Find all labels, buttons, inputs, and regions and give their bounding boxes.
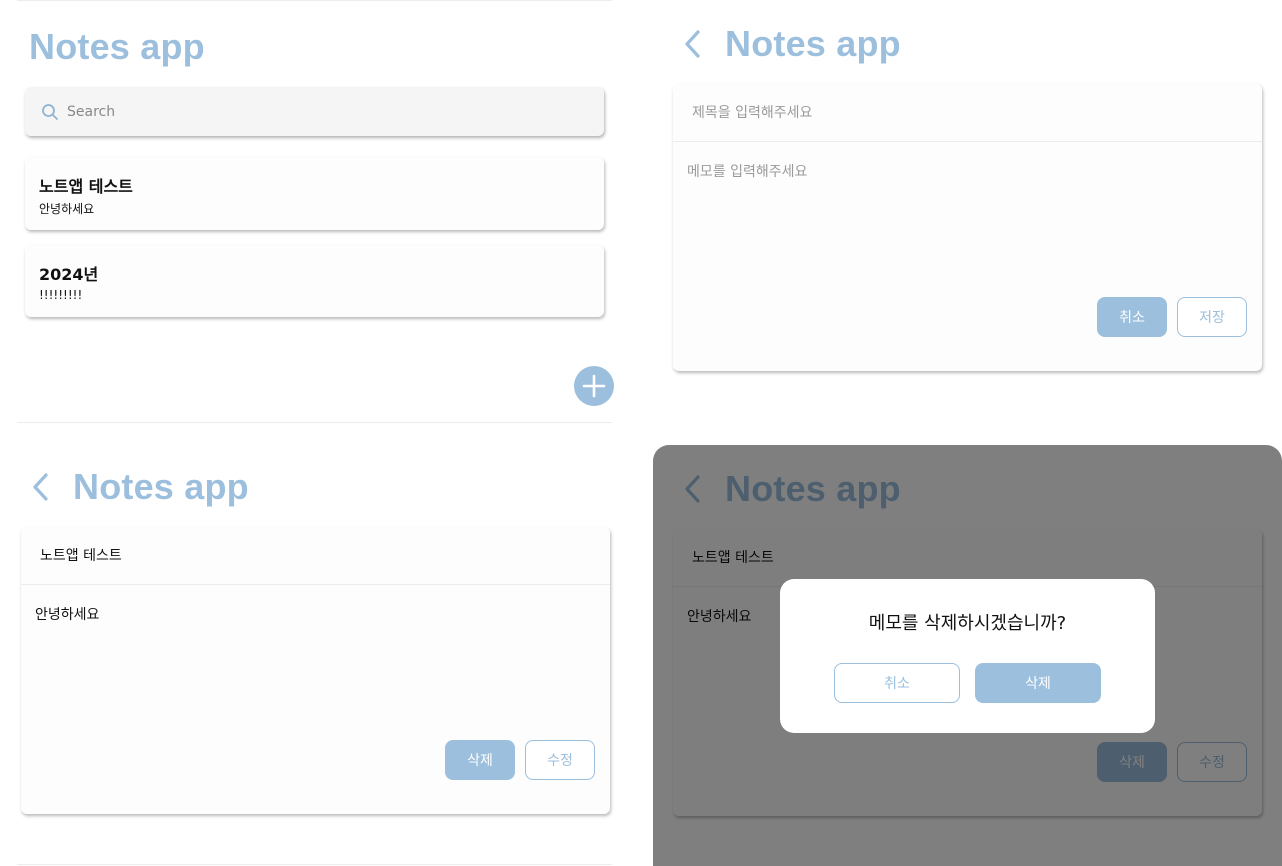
note-title: 노트앱 테스트 [39,177,133,196]
note-preview: 안녕하세요 [39,202,95,216]
edit-button[interactable]: 수정 [525,740,595,780]
dialog-message: 메모를 삭제하시겠습니까? [868,613,1067,634]
cancel-button[interactable]: 취소 [1097,297,1167,337]
add-note-button[interactable] [574,366,614,406]
search-icon [41,103,59,121]
note-editor: 제목을 입력해주세요 메모를 입력해주세요 취소 저장 [673,84,1262,371]
note-detail: 노트앱 테스트 안녕하세요 삭제 수정 [21,527,610,814]
note-card[interactable]: 노트앱 테스트 안녕하세요 [25,157,604,230]
delete-confirm-dialog: 메모를 삭제하시겠습니까? 취소 삭제 [780,579,1155,733]
body-input[interactable]: 메모를 입력해주세요 [687,161,807,181]
field-divider [21,584,610,585]
search-input[interactable] [67,103,567,120]
dialog-cancel-button[interactable]: 취소 [834,663,960,703]
delete-button[interactable]: 삭제 [445,740,515,780]
note-preview: !!!!!!!!! [39,288,83,302]
note-title-field[interactable]: 노트앱 테스트 [40,545,122,565]
save-button[interactable]: 저장 [1177,297,1247,337]
search-bar[interactable] [25,87,604,136]
bottom-divider [17,864,612,865]
note-title: 2024년 [39,265,99,284]
chevron-left-icon[interactable] [683,26,713,62]
page-title: Notes app [725,23,901,64]
top-divider [17,0,612,1]
chevron-left-icon[interactable] [31,469,61,505]
page-title: Notes app [29,26,205,67]
list-header: Notes app [29,26,205,68]
dialog-delete-button[interactable]: 삭제 [975,663,1101,703]
note-card[interactable]: 2024년 !!!!!!!!! [25,245,604,317]
title-input[interactable]: 제목을 입력해주세요 [692,102,812,122]
note-body-field[interactable]: 안녕하세요 [35,604,99,624]
detail-header: Notes app [31,466,249,508]
new-note-header: Notes app [683,23,901,65]
panel-divider [17,422,612,423]
field-divider [673,141,1262,142]
page-title: Notes app [73,466,249,507]
plus-icon [581,373,607,399]
